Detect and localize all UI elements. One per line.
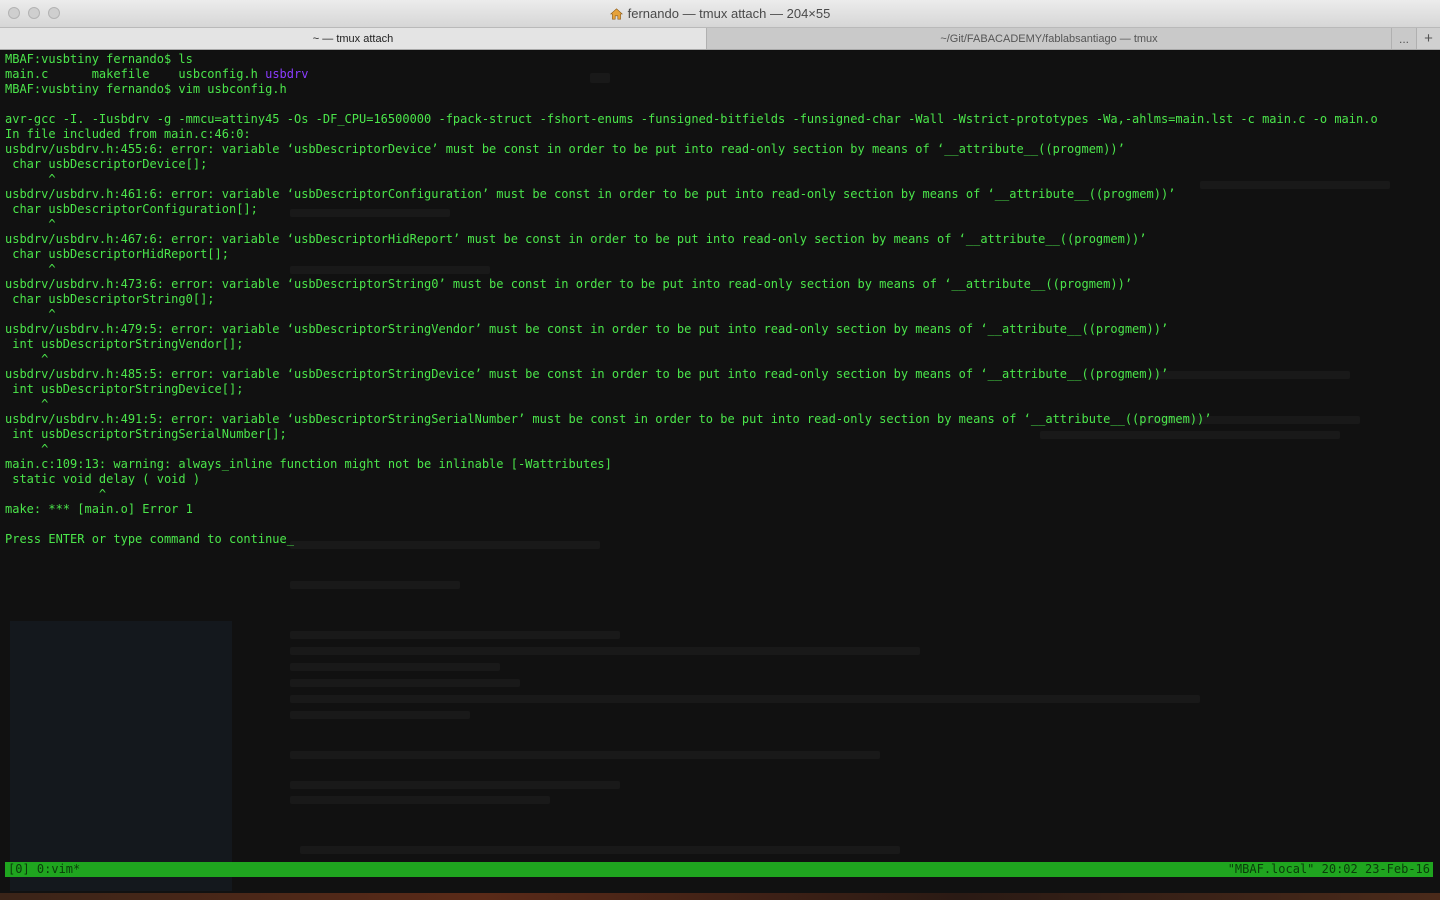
terminal-line: main.c makefile usbconfig.h usbdrv xyxy=(5,67,1435,82)
tmux-status-bar: [0] 0:vim* "MBAF.local" 20:02 23-Feb-16 xyxy=(5,862,1433,877)
background-artifact xyxy=(290,631,620,639)
terminal-line: usbdrv/usbdrv.h:461:6: error: variable ‘… xyxy=(5,187,1176,201)
tab-bar: ~ — tmux attach ~/Git/FABACADEMY/fablabs… xyxy=(0,28,1440,50)
terminal-line: make: *** [main.o] Error 1 xyxy=(5,502,193,516)
background-artifact xyxy=(290,663,500,671)
terminal-line: avr-gcc -I. -Iusbdrv -g -mmcu=attiny45 -… xyxy=(5,112,1378,126)
terminal-line: usbdrv/usbdrv.h:473:6: error: variable ‘… xyxy=(5,277,1133,291)
status-window-list[interactable]: [0] 0:vim* xyxy=(8,862,80,877)
background-artifact xyxy=(290,796,550,804)
terminal-line: In file included from main.c:46:0: xyxy=(5,127,251,141)
window-title-group: fernando — tmux attach — 204×55 xyxy=(609,6,831,21)
terminal-line: int usbDescriptorStringVendor[]; xyxy=(5,337,244,351)
terminal-prompt-continue[interactable]: Press ENTER or type command to continue_ xyxy=(5,532,1435,547)
terminal-line: ^ xyxy=(5,262,56,276)
terminal-line: ^ xyxy=(5,352,49,366)
terminal-line: usbdrv/usbdrv.h:479:5: error: variable ‘… xyxy=(5,322,1169,336)
window-title: fernando — tmux attach — 204×55 xyxy=(627,6,831,21)
terminal-line: MBAF:vusbtiny fernando$ vim usbconfig.h xyxy=(5,82,287,96)
background-artifact xyxy=(290,711,470,719)
terminal-line: ^ xyxy=(5,172,56,186)
terminal-line: usbdrv/usbdrv.h:491:5: error: variable ‘… xyxy=(5,412,1212,426)
home-icon xyxy=(609,7,623,19)
tab-label: ~/Git/FABACADEMY/fablabsantiago — tmux xyxy=(940,32,1158,45)
close-window-button[interactable] xyxy=(8,7,20,19)
terminal-window: fernando — tmux attach — 204×55 ~ — tmux… xyxy=(0,0,1440,900)
terminal-line: usbdrv/usbdrv.h:485:5: error: variable ‘… xyxy=(5,367,1169,381)
window-controls xyxy=(8,7,60,19)
background-artifact xyxy=(290,647,920,655)
terminal-line: usbdrv/usbdrv.h:467:6: error: variable ‘… xyxy=(5,232,1147,246)
terminal-line: ^ xyxy=(5,487,107,501)
background-artifact xyxy=(300,846,900,854)
title-bar[interactable]: fernando — tmux attach — 204×55 xyxy=(0,0,1440,28)
terminal-line: ^ xyxy=(5,442,49,456)
terminal-line: char usbDescriptorConfiguration[]; xyxy=(5,202,258,216)
terminal-line: char usbDescriptorString0[]; xyxy=(5,292,215,306)
terminal-line: MBAF:vusbtiny fernando$ ls xyxy=(5,52,193,66)
terminal-line: char usbDescriptorDevice[]; xyxy=(5,157,208,171)
terminal-line: ^ xyxy=(5,307,56,321)
terminal-line: int usbDescriptorStringDevice[]; xyxy=(5,382,244,396)
new-tab-button[interactable]: + xyxy=(1416,28,1440,49)
terminal-view[interactable]: MBAF:vusbtiny fernando$ ls main.c makefil… xyxy=(0,51,1440,900)
terminal-line: main.c:109:13: warning: always_inline fu… xyxy=(5,457,612,471)
terminal-line: ^ xyxy=(5,217,56,231)
terminal-line: ^ xyxy=(5,397,49,411)
terminal-line: char usbDescriptorHidReport[]; xyxy=(5,247,229,261)
terminal-line: usbdrv/usbdrv.h:455:6: error: variable ‘… xyxy=(5,142,1125,156)
tab-overflow-button[interactable]: ... xyxy=(1392,28,1416,49)
background-panel xyxy=(10,621,232,891)
terminal-line: static void delay ( void ) xyxy=(5,472,201,486)
ls-directory-entry: usbdrv xyxy=(265,67,309,81)
background-artifact xyxy=(290,679,520,687)
background-artifact xyxy=(290,695,1200,703)
terminal-output: MBAF:vusbtiny fernando$ ls main.c makefil… xyxy=(5,52,1435,547)
status-host-time: "MBAF.local" 20:02 23-Feb-16 xyxy=(1227,862,1430,876)
background-artifact xyxy=(290,751,880,759)
zoom-window-button[interactable] xyxy=(48,7,60,19)
terminal-line: int usbDescriptorStringSerialNumber[]; xyxy=(5,427,287,441)
background-artifact xyxy=(290,581,460,589)
background-artifact xyxy=(290,781,620,789)
minimize-window-button[interactable] xyxy=(28,7,40,19)
tab-fablabsantiago[interactable]: ~/Git/FABACADEMY/fablabsantiago — tmux xyxy=(707,28,1392,49)
tab-label: ~ — tmux attach xyxy=(312,32,394,45)
tab-tmux-attach[interactable]: ~ — tmux attach xyxy=(0,28,707,49)
desktop-background-strip xyxy=(0,893,1440,900)
ls-files: main.c makefile usbconfig.h xyxy=(5,67,266,81)
